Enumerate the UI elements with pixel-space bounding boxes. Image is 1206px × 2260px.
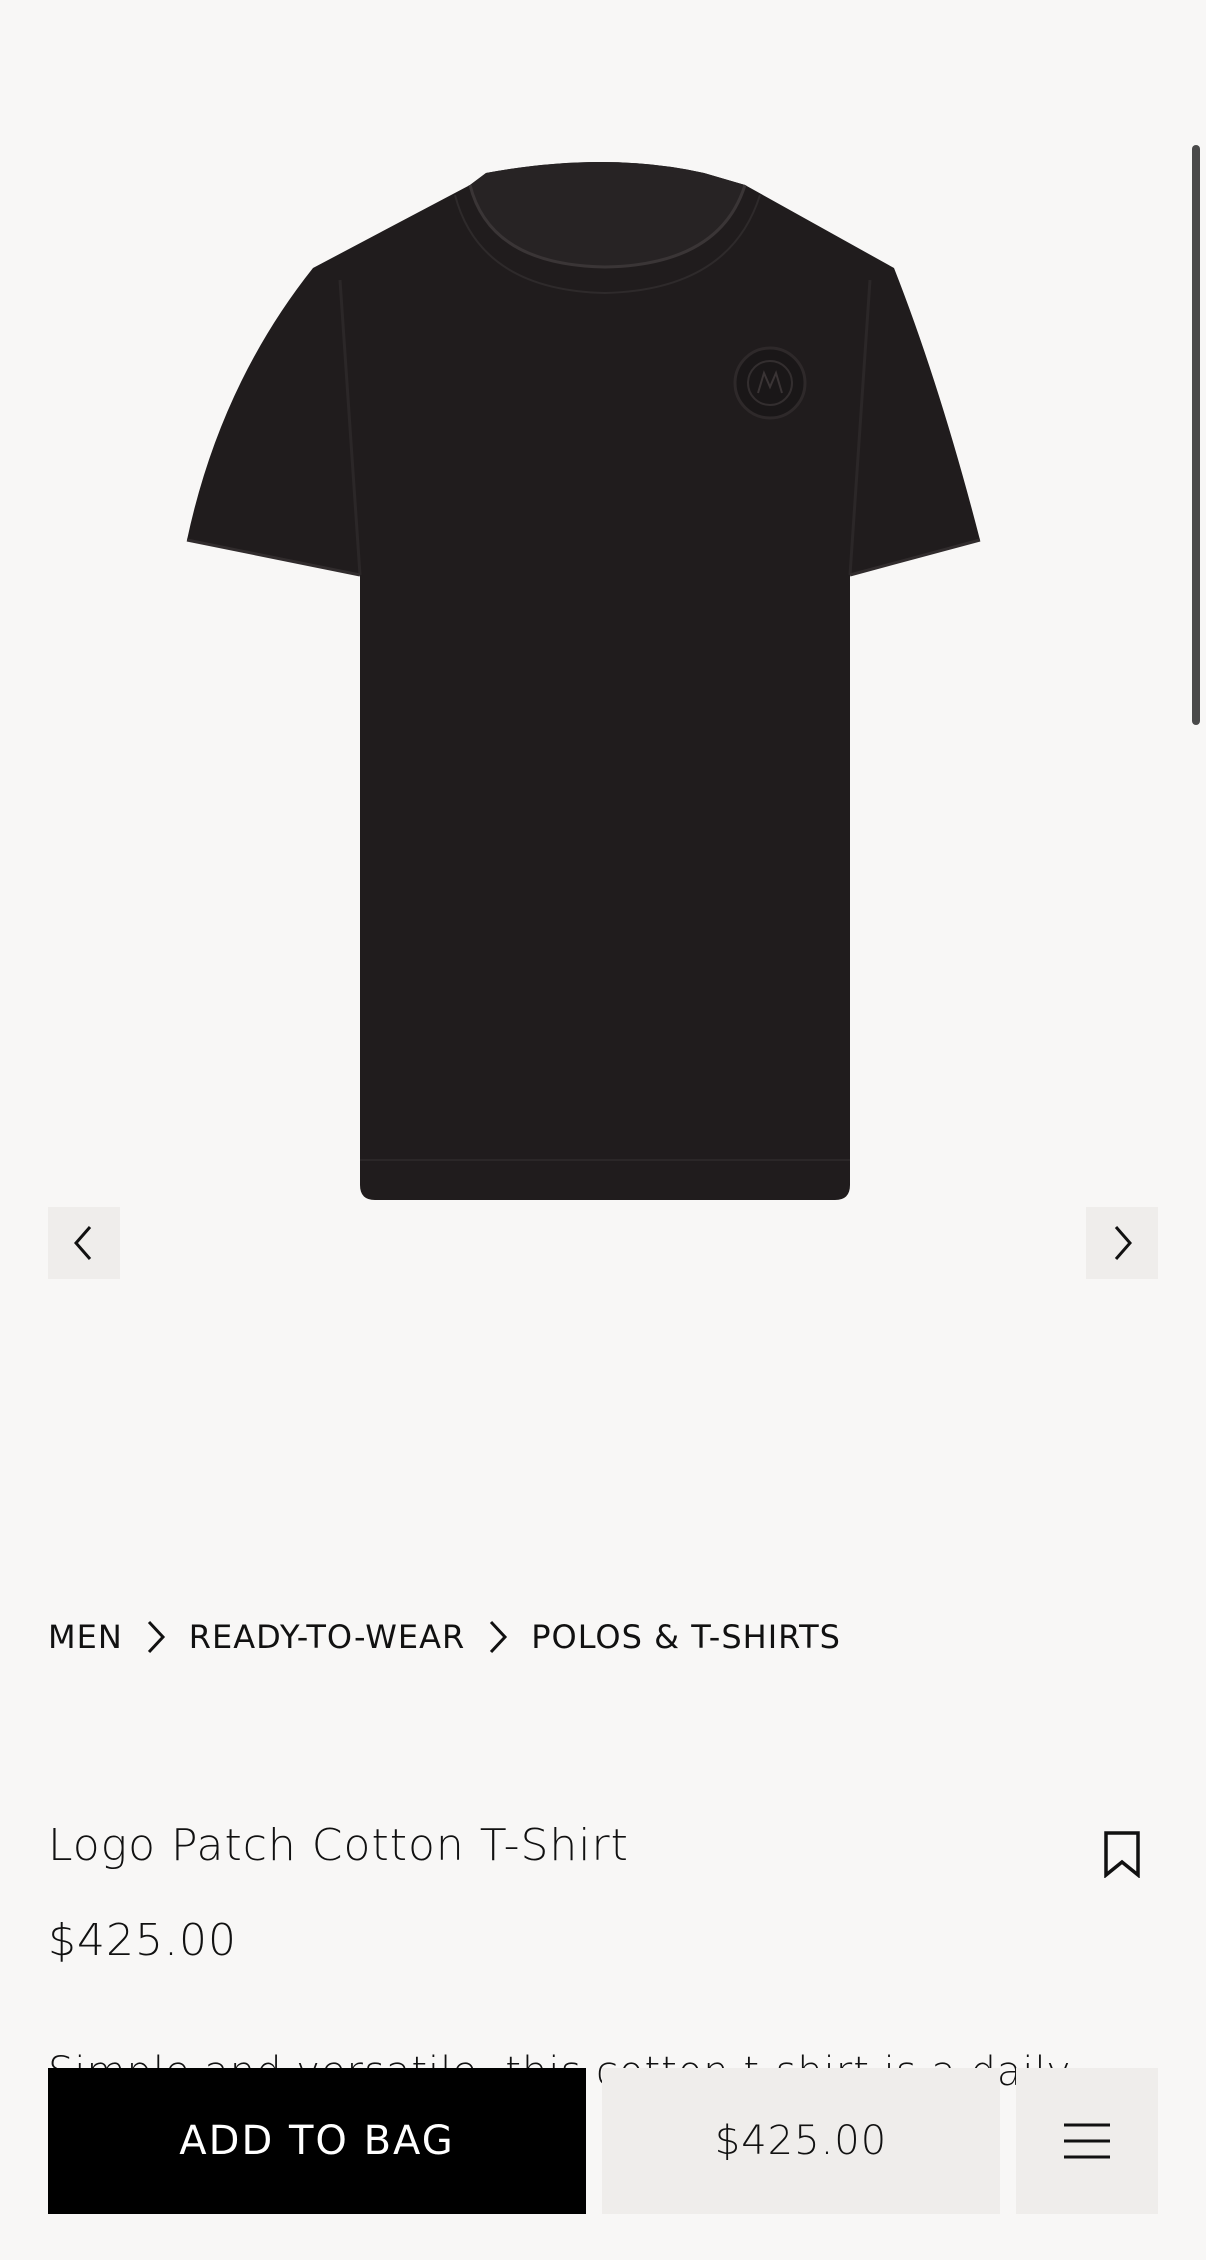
product-image	[186, 162, 981, 1200]
menu-button[interactable]	[1016, 2068, 1158, 2214]
add-to-bag-button[interactable]: ADD TO BAG	[48, 2068, 586, 2214]
breadcrumb-polos-t-shirts[interactable]: POLOS & T-SHIRTS	[531, 1618, 841, 1656]
breadcrumb-ready-to-wear[interactable]: READY-TO-WEAR	[189, 1618, 465, 1656]
bookmark-icon	[1104, 1831, 1140, 1879]
gallery-next-button[interactable]	[1086, 1207, 1158, 1279]
bookmark-button[interactable]	[1102, 1830, 1142, 1882]
chevron-left-icon	[74, 1226, 92, 1260]
product-price: $425.00	[48, 1915, 237, 1966]
chevron-right-icon	[145, 1619, 167, 1655]
product-title: Logo Patch Cotton T-Shirt	[48, 1820, 629, 1871]
breadcrumb: MEN READY-TO-WEAR POLOS & T-SHIRTS	[48, 1618, 841, 1656]
product-gallery	[0, 0, 1206, 1520]
chevron-right-icon	[487, 1619, 509, 1655]
price-button[interactable]: $425.00	[602, 2068, 1000, 2214]
breadcrumb-men[interactable]: MEN	[48, 1618, 123, 1656]
gallery-scrollbar[interactable]	[1192, 145, 1200, 725]
chevron-right-icon	[1114, 1226, 1132, 1260]
menu-icon	[1064, 2123, 1110, 2159]
gallery-prev-button[interactable]	[48, 1207, 120, 1279]
sticky-purchase-bar: ADD TO BAG $425.00	[48, 2068, 1158, 2214]
